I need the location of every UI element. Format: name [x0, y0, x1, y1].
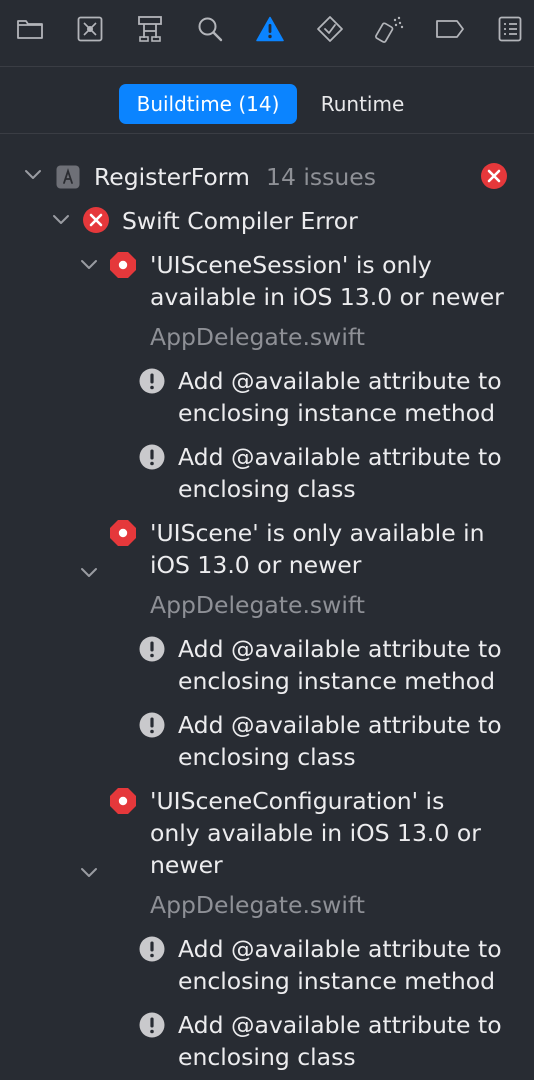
- report-list-icon[interactable]: [494, 13, 526, 45]
- tab-buildtime[interactable]: Buildtime (14): [119, 84, 297, 124]
- tabs-divider: [0, 133, 534, 134]
- project-name: RegisterForm: [94, 163, 250, 191]
- fixit-exclamation-icon: [139, 712, 165, 738]
- fixit-line: Add @available attribute to: [178, 1011, 502, 1039]
- fixit-line: Add @available attribute to: [178, 635, 502, 663]
- hierarchy-icon[interactable]: [134, 13, 166, 45]
- error-octagon-icon: [110, 788, 136, 814]
- error-octagon-icon: [110, 520, 136, 546]
- fixit-exclamation-icon: [139, 368, 165, 394]
- source-control-icon[interactable]: [74, 13, 106, 45]
- tab-buildtime-label: Buildtime (14): [136, 92, 280, 116]
- error-x-icon: [83, 207, 109, 233]
- issue-file[interactable]: AppDelegate.swift: [150, 889, 365, 921]
- fixit-line: Add @available attribute to: [178, 367, 502, 395]
- fixit-line: Add @available attribute to: [178, 711, 502, 739]
- fixit-line: enclosing instance method: [178, 399, 496, 427]
- issue-file[interactable]: AppDelegate.swift: [150, 589, 365, 621]
- navigator-toolbar: [0, 0, 534, 66]
- issue-message-line: available in iOS 13.0 or newer: [150, 283, 504, 311]
- issue-file[interactable]: AppDelegate.swift: [150, 321, 365, 353]
- fixit-line: Add @available attribute to: [178, 935, 502, 963]
- tab-runtime[interactable]: Runtime: [305, 84, 420, 124]
- issue-message-line: 'UISceneSession' is only: [150, 251, 432, 279]
- tab-runtime-label: Runtime: [320, 92, 405, 116]
- fixit-exclamation-icon: [139, 636, 165, 662]
- fixit-line: enclosing class: [178, 743, 356, 771]
- fixit-exclamation-icon: [139, 936, 165, 962]
- issue-message-line: iOS 13.0 or newer: [150, 551, 362, 579]
- chevron-down-icon[interactable]: [80, 566, 98, 580]
- search-icon[interactable]: [194, 13, 226, 45]
- chevron-down-icon[interactable]: [52, 213, 70, 227]
- fixit-exclamation-icon: [139, 444, 165, 470]
- breakpoint-tag-icon[interactable]: [434, 13, 466, 45]
- warning-icon[interactable]: [254, 13, 286, 45]
- fixit-line: enclosing class: [178, 475, 356, 503]
- fixit-line: enclosing instance method: [178, 667, 496, 695]
- folder-icon[interactable]: [14, 13, 46, 45]
- project-issue-count: 14 issues: [266, 163, 376, 191]
- fixit-line: enclosing instance method: [178, 967, 496, 995]
- chevron-down-icon[interactable]: [80, 258, 98, 272]
- fixit-line: enclosing class: [178, 1043, 356, 1071]
- app-target-icon: [56, 165, 80, 189]
- chevron-down-icon[interactable]: [24, 168, 42, 182]
- issue-message-line: 'UIScene' is only available in: [150, 519, 485, 547]
- group-title: Swift Compiler Error: [122, 207, 358, 235]
- issue-message-line: newer: [150, 851, 223, 879]
- fixit-line: Add @available attribute to: [178, 443, 502, 471]
- test-diamond-icon[interactable]: [314, 13, 346, 45]
- issue-message-line: 'UISceneConfiguration' is: [150, 787, 445, 815]
- chevron-down-icon[interactable]: [80, 866, 98, 880]
- error-octagon-icon: [110, 252, 136, 278]
- error-x-icon: [481, 163, 507, 189]
- issue-message-line: only available in iOS 13.0 or: [150, 819, 481, 847]
- toolbar-divider: [0, 66, 534, 67]
- debug-spray-icon[interactable]: [374, 13, 406, 45]
- fixit-exclamation-icon: [139, 1012, 165, 1038]
